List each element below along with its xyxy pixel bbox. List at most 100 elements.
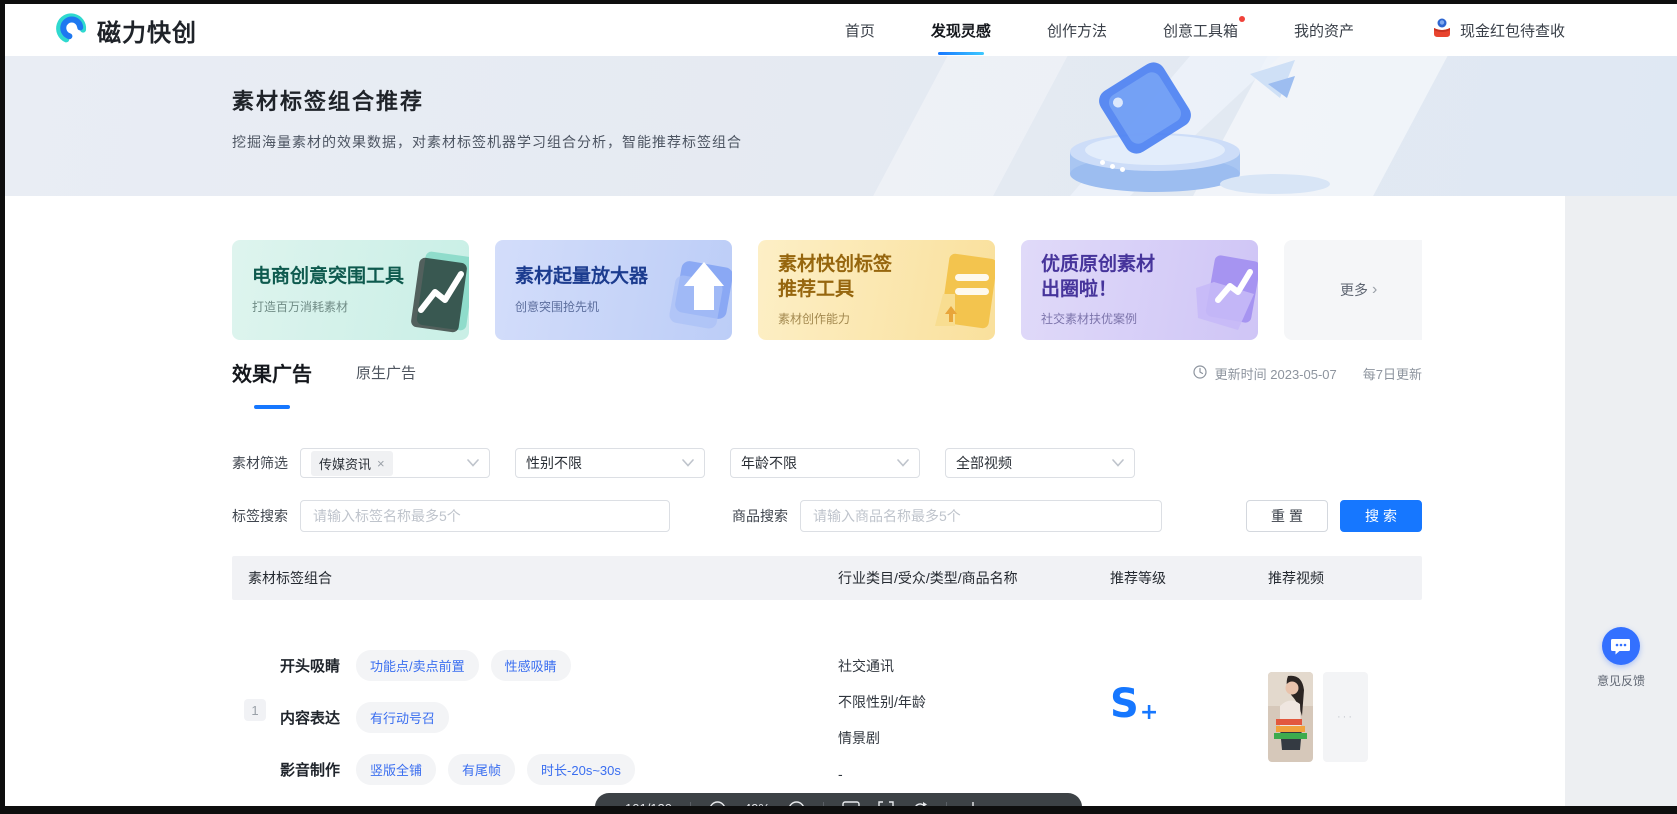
more-videos-button[interactable]: ··· <box>1323 672 1368 762</box>
selected-industry-tag: 传媒资讯 × <box>311 450 393 476</box>
tag-chip: 性感吸睛 <box>490 650 571 681</box>
industry-line: - <box>838 766 843 782</box>
cell-recommended-video: ··· <box>1264 600 1422 806</box>
top-nav: 磁力快创 首页 发现灵感 创作方法 创意工具箱 我的资产 现金红包待查收 <box>5 4 1677 56</box>
nav-item-toolbox[interactable]: 创意工具箱 <box>1163 4 1245 56</box>
zoom-level: 49% <box>744 801 770 806</box>
feedback-chat-icon[interactable] <box>1602 627 1640 665</box>
chevron-down-icon <box>682 454 694 472</box>
page-indicator: 101/120 <box>625 801 672 806</box>
notification-dot <box>1238 16 1245 22</box>
video-type-select[interactable]: 全部视频 <box>945 448 1135 478</box>
search-row: 标签搜索 商品搜索 重置 搜索 <box>232 500 1422 532</box>
promo-card-amplifier[interactable]: 素材起量放大器 创意突围抢先机 <box>495 240 732 340</box>
chevron-down-icon <box>467 454 479 472</box>
tag-chip: 竖版全铺 <box>356 754 437 785</box>
more-cards-button[interactable]: 更多 › <box>1284 240 1422 340</box>
zoom-in-icon[interactable] <box>709 801 726 806</box>
wallet-label: 现金红包待查收 <box>1459 22 1565 40</box>
row-index-badge: 1 <box>244 699 266 721</box>
grade-badge: S+ <box>1110 681 1159 727</box>
tab-native-ads[interactable]: 原生广告 <box>356 362 416 383</box>
page-subtitle: 挖掘海量素材的效果数据，对素材标签机器学习组合分析，智能推荐标签组合 <box>232 134 742 150</box>
browser-viewport: 磁力快创 首页 发现灵感 创作方法 创意工具箱 我的资产 现金红包待查收 素材标… <box>5 4 1677 806</box>
promo-card-tag-tool[interactable]: 素材快创标签 推荐工具 素材创作能力 <box>758 240 995 340</box>
promo-card-ecommerce[interactable]: 电商创意突围工具 打造百万消耗素材 <box>232 240 469 340</box>
red-envelope-icon <box>1432 17 1452 43</box>
viewer-toolbar: 101/120 49% <box>595 793 1082 806</box>
reset-button[interactable]: 重置 <box>1246 500 1328 532</box>
update-cycle: 每7日更新 <box>1362 367 1422 382</box>
video-thumbnail[interactable] <box>1268 672 1313 762</box>
cell-industry: 社交通讯 不限性别/年龄 情景剧 - <box>838 600 1106 806</box>
toolbar-divider <box>946 802 948 806</box>
clock-icon <box>1193 365 1207 382</box>
cell-grade: S+ <box>1106 600 1264 806</box>
cash-redpacket-entry[interactable]: 现金红包待查收 <box>1432 17 1565 43</box>
group-label-content: 内容表达 <box>280 710 341 727</box>
industry-line: 情景剧 <box>838 730 880 746</box>
tab-underline <box>254 405 290 409</box>
nav-item-assets[interactable]: 我的资产 <box>1294 4 1354 56</box>
col-header-video: 推荐视频 <box>1268 570 1324 586</box>
nav-item-home[interactable]: 首页 <box>845 4 875 56</box>
table-row: 1 开头吸睛 功能点/卖点前置 性感吸睛 内容表达 有行动号召 影音制作 竖版全… <box>232 600 1422 806</box>
group-label-opening: 开头吸睛 <box>280 658 341 675</box>
table-header: 素材标签组合 行业类目/受众/类型/商品名称 推荐等级 推荐视频 <box>232 556 1422 600</box>
page-title: 素材标签组合推荐 <box>232 89 425 114</box>
search-button[interactable]: 搜索 <box>1340 500 1422 532</box>
active-tab-underline <box>937 52 984 55</box>
main-content: 电商创意突围工具 打造百万消耗素材 素材起量放大器 创意突围抢先机 素材快创标签… <box>5 196 1565 806</box>
toolbar-divider <box>690 802 691 806</box>
industry-line: 不限性别/年龄 <box>838 694 926 710</box>
tab-effect-ads[interactable]: 效果广告 <box>232 358 312 413</box>
tag-search-label: 标签搜索 <box>232 508 288 524</box>
chevron-down-icon <box>897 454 909 472</box>
chevron-right-icon: › <box>1372 281 1378 298</box>
filter-label: 素材筛选 <box>232 455 288 471</box>
col-header-industry: 行业类目/受众/类型/商品名称 <box>838 570 1018 586</box>
nav-item-methods[interactable]: 创作方法 <box>1047 4 1107 56</box>
hero-banner: 素材标签组合推荐 挖掘海量素材的效果数据，对素材标签机器学习组合分析，智能推荐标… <box>5 56 1677 196</box>
industry-select[interactable]: 传媒资讯 × <box>300 448 490 478</box>
fullscreen-icon[interactable] <box>878 801 894 806</box>
rotate-icon[interactable] <box>912 801 928 806</box>
tag-search-input[interactable] <box>300 500 670 532</box>
magnet-logo-icon <box>55 11 89 50</box>
chevron-down-icon <box>1112 454 1124 472</box>
tag-chip: 有行动号召 <box>356 702 450 733</box>
product-search-label: 商品搜索 <box>732 508 788 524</box>
product-search-input[interactable] <box>800 500 1162 532</box>
tag-chip: 时长-20s~30s <box>527 754 635 785</box>
ellipsis-icon: ··· <box>1337 711 1354 723</box>
age-select[interactable]: 年龄不限 <box>730 448 920 478</box>
nav-item-discover[interactable]: 发现灵感 <box>931 4 991 56</box>
promo-card-carousel: 电商创意突围工具 打造百万消耗素材 素材起量放大器 创意突围抢先机 素材快创标签… <box>232 196 1422 340</box>
ad-type-tabs: 效果广告 原生广告 更新时间 2023-05-07 每7日更新 <box>232 358 1422 414</box>
tag-chip: 功能点/卖点前置 <box>356 650 479 681</box>
feedback-label: 意见反馈 <box>1596 674 1645 688</box>
gender-select[interactable]: 性别不限 <box>515 448 705 478</box>
zoom-out-icon[interactable] <box>788 801 805 806</box>
hero-3d-illustration-icon <box>950 56 1330 196</box>
update-info: 更新时间 2023-05-07 每7日更新 <box>1193 364 1422 383</box>
logo-text: 磁力快创 <box>97 19 197 47</box>
feedback-widget[interactable]: 意见反馈 <box>1595 627 1647 689</box>
promo-card-original[interactable]: 优质原创素材 出圈啦！ 社交素材扶优案例 <box>1021 240 1258 340</box>
material-filter-row: 素材筛选 传媒资讯 × 性别不限 年龄不限 全部视频 <box>232 448 1422 478</box>
chart-doc-icon <box>395 248 469 339</box>
col-header-combo: 素材标签组合 <box>248 570 332 586</box>
cell-tag-combo: 1 开头吸睛 功能点/卖点前置 性感吸睛 内容表达 有行动号召 影音制作 竖版全… <box>232 600 838 806</box>
industry-line: 社交通讯 <box>838 658 894 674</box>
logo[interactable]: 磁力快创 <box>55 11 197 50</box>
arrow-up-icon <box>658 248 732 339</box>
tag-close-icon[interactable]: × <box>377 457 385 470</box>
group-label-production: 影音制作 <box>280 762 341 779</box>
side-area: 意见反馈 <box>1565 196 1677 806</box>
toolbar-divider <box>823 802 825 806</box>
fit-width-icon[interactable] <box>842 801 860 806</box>
download-icon[interactable] <box>965 801 981 806</box>
nav-menu: 首页 发现灵感 创作方法 创意工具箱 我的资产 <box>845 4 1354 56</box>
update-time: 更新时间 2023-05-07 <box>1214 367 1337 382</box>
col-header-grade: 推荐等级 <box>1110 570 1166 586</box>
